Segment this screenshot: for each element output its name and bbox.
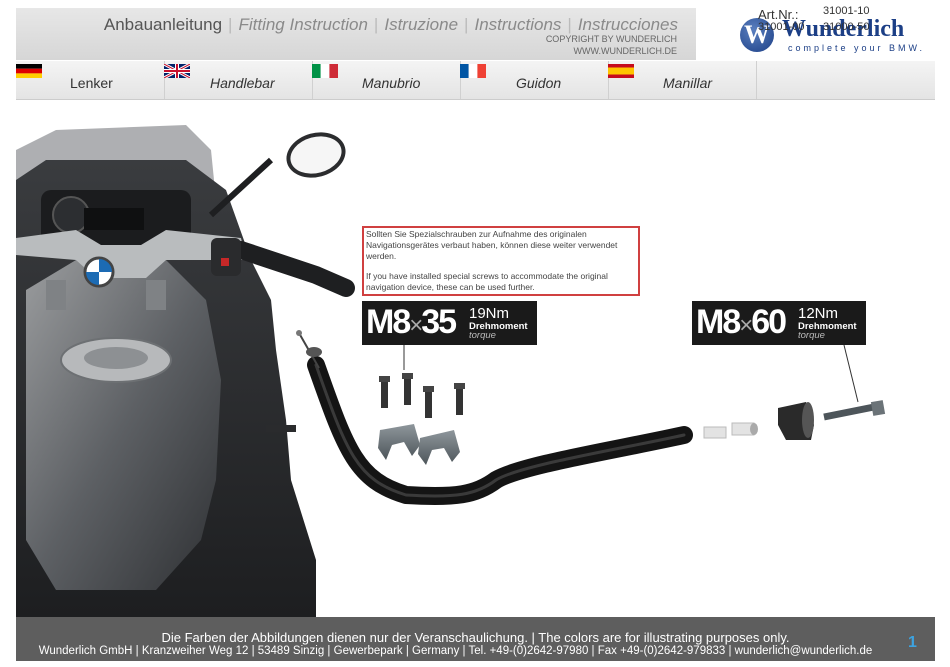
- torque-label-en: torque: [798, 330, 825, 341]
- torque-label-en: torque: [469, 330, 496, 341]
- notice-text-en: If you have installed special screws to …: [366, 271, 608, 292]
- title-it: Istruzione: [384, 15, 459, 34]
- notice-text-de: Sollten Sie Spezialschrauben zur Aufnahm…: [366, 229, 618, 261]
- bolt-length: 60: [751, 303, 787, 341]
- france-flag-icon: [460, 64, 486, 78]
- lang-it: Manubrio: [312, 61, 461, 99]
- spain-flag-icon: [608, 64, 634, 78]
- italy-flag-icon: [312, 64, 338, 78]
- page-number: 1: [908, 634, 917, 651]
- color-disclaimer: Die Farben der Abbildungen dienen nur de…: [161, 630, 790, 645]
- motorcycle-handlebar-illustration: [16, 125, 886, 617]
- website: WWW.WUNDERLICH.DE: [573, 46, 678, 56]
- notice-box: Sollten Sie Spezialschrauben zur Aufnahm…: [362, 226, 640, 296]
- logo: W Wunderlich complete your BMW.: [696, 8, 935, 60]
- uk-flag-icon: [164, 64, 190, 78]
- footer: Die Farben der Abbildungen dienen nur de…: [16, 617, 935, 661]
- copyright: COPYRIGHT BY WUNDERLICH: [545, 34, 677, 44]
- bolt-length: 35: [421, 303, 457, 341]
- bar-end-parts: [703, 344, 886, 440]
- bolt-thread: M8: [366, 303, 411, 341]
- germany-flag-icon: [16, 64, 42, 78]
- bolt-thread: M8: [696, 303, 741, 341]
- handlebar-clamps: [378, 424, 460, 465]
- lang-de: Lenker: [16, 61, 165, 99]
- title-fr: Instructions: [474, 15, 562, 34]
- torque-value: 12Nm: [798, 305, 839, 322]
- copyright-block: COPYRIGHT BY WUNDERLICH WWW.WUNDERLICH.D…: [546, 33, 677, 57]
- torque-value: 19Nm: [469, 305, 510, 322]
- motorcycle: [16, 125, 355, 617]
- titles: Anbauanleitung | Fitting Instruction | Istru…: [103, 15, 678, 34]
- title-de: Anbauanleitung: [103, 15, 223, 34]
- title-es: Instrucciones: [577, 15, 678, 34]
- lang-label: Manubrio: [362, 75, 421, 91]
- lang-label: Manillar: [663, 75, 713, 91]
- torque-label-m8x60: M8×60 12Nm Drehmoment torque: [692, 301, 866, 345]
- language-bar: Lenker Handlebar Manubrio Guidon Manilla…: [16, 61, 935, 100]
- article-number-label: Art.Nr.:: [758, 7, 799, 22]
- handlebar: [296, 330, 693, 506]
- article-number: 31000-50: [823, 21, 870, 33]
- lang-en: Handlebar: [164, 61, 313, 99]
- logo-tagline: complete your BMW.: [788, 43, 926, 53]
- bolt-set-m8x35: [379, 345, 465, 418]
- torque-label-m8x35: M8×35 19Nm Drehmoment torque: [362, 301, 537, 345]
- company-address: Wunderlich GmbH | Kranzweiher Weg 12 | 5…: [38, 645, 873, 657]
- article-number: 31001-10: [823, 5, 870, 17]
- article-number: 31001-00: [758, 21, 805, 33]
- title-en: Fitting Instruction: [238, 15, 368, 34]
- lang-es: Manillar: [608, 61, 757, 99]
- lang-label: Lenker: [70, 75, 113, 91]
- lang-label: Handlebar: [210, 75, 275, 91]
- lang-label: Guidon: [516, 75, 562, 91]
- lang-fr: Guidon: [460, 61, 609, 99]
